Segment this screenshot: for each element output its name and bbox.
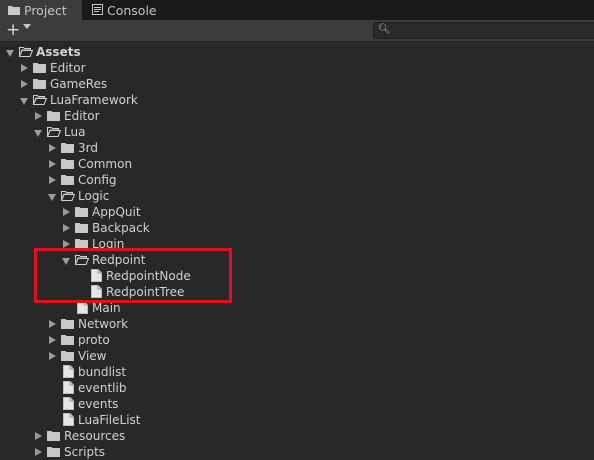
- tree-item-lua[interactable]: Lua: [0, 124, 594, 140]
- tree-item-label: 3rd: [78, 141, 98, 155]
- file-icon: [63, 381, 76, 394]
- annotation-highlight-box: [34, 248, 232, 303]
- folder-open-icon: [32, 94, 48, 105]
- tree-item-events[interactable]: events: [0, 396, 594, 412]
- tree-item-luafilelist[interactable]: LuaFileList: [0, 412, 594, 428]
- tree-item-3rd[interactable]: 3rd: [0, 140, 594, 156]
- folder-icon: [61, 158, 74, 169]
- tree-item-gameres[interactable]: GameRes: [0, 76, 594, 92]
- folder-icon: [61, 142, 74, 153]
- tree-item-label: Common: [78, 157, 133, 171]
- folder-open-icon: [46, 126, 62, 137]
- collapse-right-arrow-icon[interactable]: [63, 240, 70, 248]
- toolbar: + 🔍︎: [0, 20, 594, 42]
- search-icon: 🔍︎: [378, 24, 391, 35]
- collapse-right-arrow-icon[interactable]: [35, 448, 42, 456]
- folder-icon: [75, 206, 88, 217]
- tree-item-config[interactable]: Config: [0, 172, 594, 188]
- collapse-right-arrow-icon[interactable]: [35, 432, 42, 440]
- tree-item-label: eventlib: [78, 381, 127, 395]
- expand-down-arrow-icon[interactable]: [20, 98, 28, 105]
- tree-item-backpack[interactable]: Backpack: [0, 220, 594, 236]
- folder-icon: [75, 222, 88, 233]
- tree-item-label: Assets: [36, 45, 81, 59]
- tree-item-network[interactable]: Network: [0, 316, 594, 332]
- folder-open-icon: [18, 46, 34, 57]
- tree-item-appquit[interactable]: AppQuit: [0, 204, 594, 220]
- tree-item-label: proto: [78, 333, 110, 347]
- file-icon: [63, 397, 76, 410]
- file-icon: [63, 365, 76, 378]
- folder-icon: [61, 318, 74, 329]
- tree-item-label: View: [78, 349, 107, 363]
- expand-down-arrow-icon[interactable]: [48, 194, 56, 201]
- collapse-right-arrow-icon[interactable]: [21, 80, 28, 88]
- tree-item-label: bundlist: [78, 365, 127, 379]
- tree-item-logic[interactable]: Logic: [0, 188, 594, 204]
- tree-item-luaframework[interactable]: LuaFramework: [0, 92, 594, 108]
- collapse-right-arrow-icon[interactable]: [49, 352, 56, 360]
- tree-item-view[interactable]: View: [0, 348, 594, 364]
- tree-item-assets[interactable]: Assets: [0, 44, 594, 60]
- tree-item-proto[interactable]: proto: [0, 332, 594, 348]
- folder-icon: [61, 350, 74, 361]
- tree-item-label: Lua: [64, 125, 86, 139]
- tab-console[interactable]: Console: [84, 0, 170, 20]
- search-input[interactable]: 🔍︎: [373, 22, 594, 39]
- tree-item-label: LuaFileList: [78, 413, 141, 427]
- tree-item-label: Editor: [50, 61, 86, 75]
- file-icon: [63, 413, 76, 426]
- tree-item-label: Logic: [78, 189, 110, 203]
- tree-item-eventlib[interactable]: eventlib: [0, 380, 594, 396]
- tree-item-label: Network: [78, 317, 129, 331]
- project-tree: Assets Editor GameRes LuaFramework Editor Lua…: [0, 42, 594, 459]
- folder-icon: [61, 334, 74, 345]
- tree-item-label: LuaFramework: [50, 93, 138, 107]
- folder-icon: [33, 78, 46, 89]
- tree-item-common[interactable]: Common: [0, 156, 594, 172]
- tree-item-label: Resources: [64, 429, 126, 443]
- folder-icon: [47, 110, 60, 121]
- tree-item-label: Scripts: [64, 445, 106, 459]
- tab-console-label: Console: [107, 2, 157, 18]
- tab-bar: Project Console: [0, 0, 594, 20]
- folder-icon: [47, 446, 60, 457]
- folder-icon: [61, 174, 74, 185]
- folder-open-icon: [60, 190, 76, 201]
- tree-item-label: Backpack: [92, 221, 150, 235]
- console-icon: [92, 3, 103, 18]
- folder-icon: [33, 62, 46, 73]
- tree-item-label: Editor: [64, 109, 100, 123]
- tree-item-label: AppQuit: [92, 205, 141, 219]
- tree-item-label: Config: [78, 173, 117, 187]
- collapse-right-arrow-icon[interactable]: [49, 160, 56, 168]
- collapse-right-arrow-icon[interactable]: [63, 224, 70, 232]
- tree-item-scripts[interactable]: Scripts: [0, 444, 594, 460]
- add-button[interactable]: +: [6, 21, 20, 39]
- collapse-right-arrow-icon[interactable]: [49, 320, 56, 328]
- expand-down-arrow-icon[interactable]: [6, 50, 14, 57]
- tree-item-editor[interactable]: Editor: [0, 108, 594, 124]
- folder-icon: [47, 430, 60, 441]
- tree-item-bundlist[interactable]: bundlist: [0, 364, 594, 380]
- collapse-right-arrow-icon[interactable]: [35, 112, 42, 120]
- collapse-right-arrow-icon[interactable]: [49, 336, 56, 344]
- collapse-right-arrow-icon[interactable]: [63, 208, 70, 216]
- tree-item-label: GameRes: [50, 77, 108, 91]
- collapse-right-arrow-icon[interactable]: [49, 176, 56, 184]
- tab-project-label: Project: [24, 2, 67, 18]
- expand-down-arrow-icon[interactable]: [34, 130, 42, 137]
- collapse-right-arrow-icon[interactable]: [21, 64, 28, 72]
- tab-project[interactable]: Project: [0, 0, 82, 20]
- tree-item-resources[interactable]: Resources: [0, 428, 594, 444]
- tree-item-editor[interactable]: Editor: [0, 60, 594, 76]
- folder-icon: [8, 3, 20, 18]
- tree-item-label: events: [78, 397, 119, 411]
- collapse-right-arrow-icon[interactable]: [49, 144, 56, 152]
- add-dropdown-chevron-icon[interactable]: [23, 24, 31, 29]
